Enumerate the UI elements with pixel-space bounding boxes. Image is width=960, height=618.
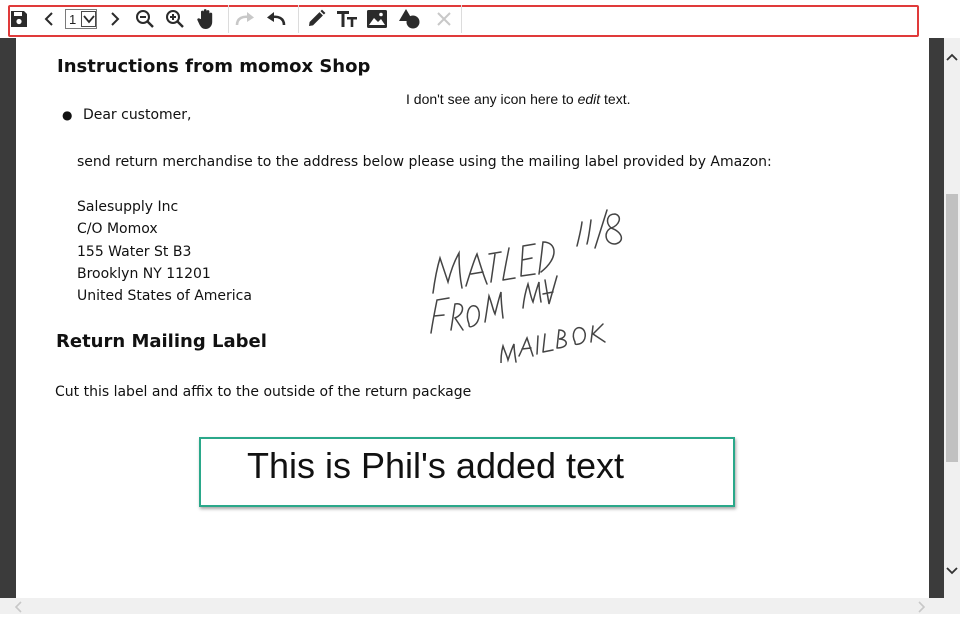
address-line: 155 Water St B3 xyxy=(77,243,192,260)
scrollbar-thumb[interactable] xyxy=(946,194,958,462)
user-note: I don't see any icon here to edit text. xyxy=(406,91,631,107)
document-viewer[interactable]: Instructions from momox Shop I don't see… xyxy=(0,38,944,598)
address-line: United States of America xyxy=(77,288,252,305)
vertical-scrollbar[interactable] xyxy=(944,38,960,614)
redo-icon[interactable] xyxy=(232,6,258,32)
address-line: Salesupply Inc xyxy=(77,199,179,215)
text-tool-icon[interactable] xyxy=(334,6,360,32)
horizontal-scrollbar[interactable] xyxy=(0,598,944,614)
user-note-text: I don't see any icon here to xyxy=(406,91,574,107)
scroll-up-icon[interactable] xyxy=(944,52,960,64)
previous-page-icon[interactable] xyxy=(36,6,62,32)
scroll-left-icon[interactable] xyxy=(14,600,24,618)
instruction-text: send return merchandise to the address b… xyxy=(77,154,772,170)
bullet-dot: ● xyxy=(62,108,73,122)
added-text-box[interactable]: This is Phil's added text xyxy=(199,437,735,507)
page-heading: Instructions from momox Shop xyxy=(57,56,371,77)
user-note-emphasis: edit xyxy=(577,91,601,107)
user-note-tail: text. xyxy=(604,91,631,107)
scroll-right-icon[interactable] xyxy=(916,600,926,618)
pencil-icon[interactable] xyxy=(303,6,329,32)
next-page-icon[interactable] xyxy=(102,6,128,32)
added-text[interactable]: This is Phil's added text xyxy=(247,445,624,487)
address-line: C/O Momox xyxy=(77,221,158,238)
address-line: Brooklyn NY 11201 xyxy=(77,265,211,282)
close-icon[interactable] xyxy=(431,6,457,32)
bullet-item: ● Dear customer, xyxy=(62,107,192,123)
toolbar-separator xyxy=(298,5,299,33)
scroll-down-icon[interactable] xyxy=(944,566,960,578)
image-icon[interactable] xyxy=(364,6,390,32)
zoom-in-icon[interactable] xyxy=(162,6,188,32)
toolbar-separator xyxy=(228,5,229,33)
hand-pan-icon[interactable] xyxy=(193,6,219,32)
save-icon[interactable] xyxy=(6,6,32,32)
undo-icon[interactable] xyxy=(263,6,289,32)
scrollbar-corner xyxy=(944,598,960,614)
toolbar-separator xyxy=(461,5,462,33)
handwritten-note xyxy=(430,209,623,363)
return-label-heading: Return Mailing Label xyxy=(56,331,267,352)
zoom-out-icon[interactable] xyxy=(132,6,158,32)
page-number-select[interactable]: 1 xyxy=(65,9,97,29)
toolbar: 1 xyxy=(0,0,960,38)
return-address: Salesupply Inc C/O Momox 155 Water St B3… xyxy=(77,196,252,307)
cut-instruction: Cut this label and affix to the outside … xyxy=(55,384,472,400)
shapes-icon[interactable] xyxy=(397,6,423,32)
bullet-text: Dear customer, xyxy=(82,107,192,123)
chevron-down-icon xyxy=(81,11,96,27)
pdf-page[interactable]: Instructions from momox Shop I don't see… xyxy=(16,38,929,598)
page-number-value: 1 xyxy=(69,11,77,27)
